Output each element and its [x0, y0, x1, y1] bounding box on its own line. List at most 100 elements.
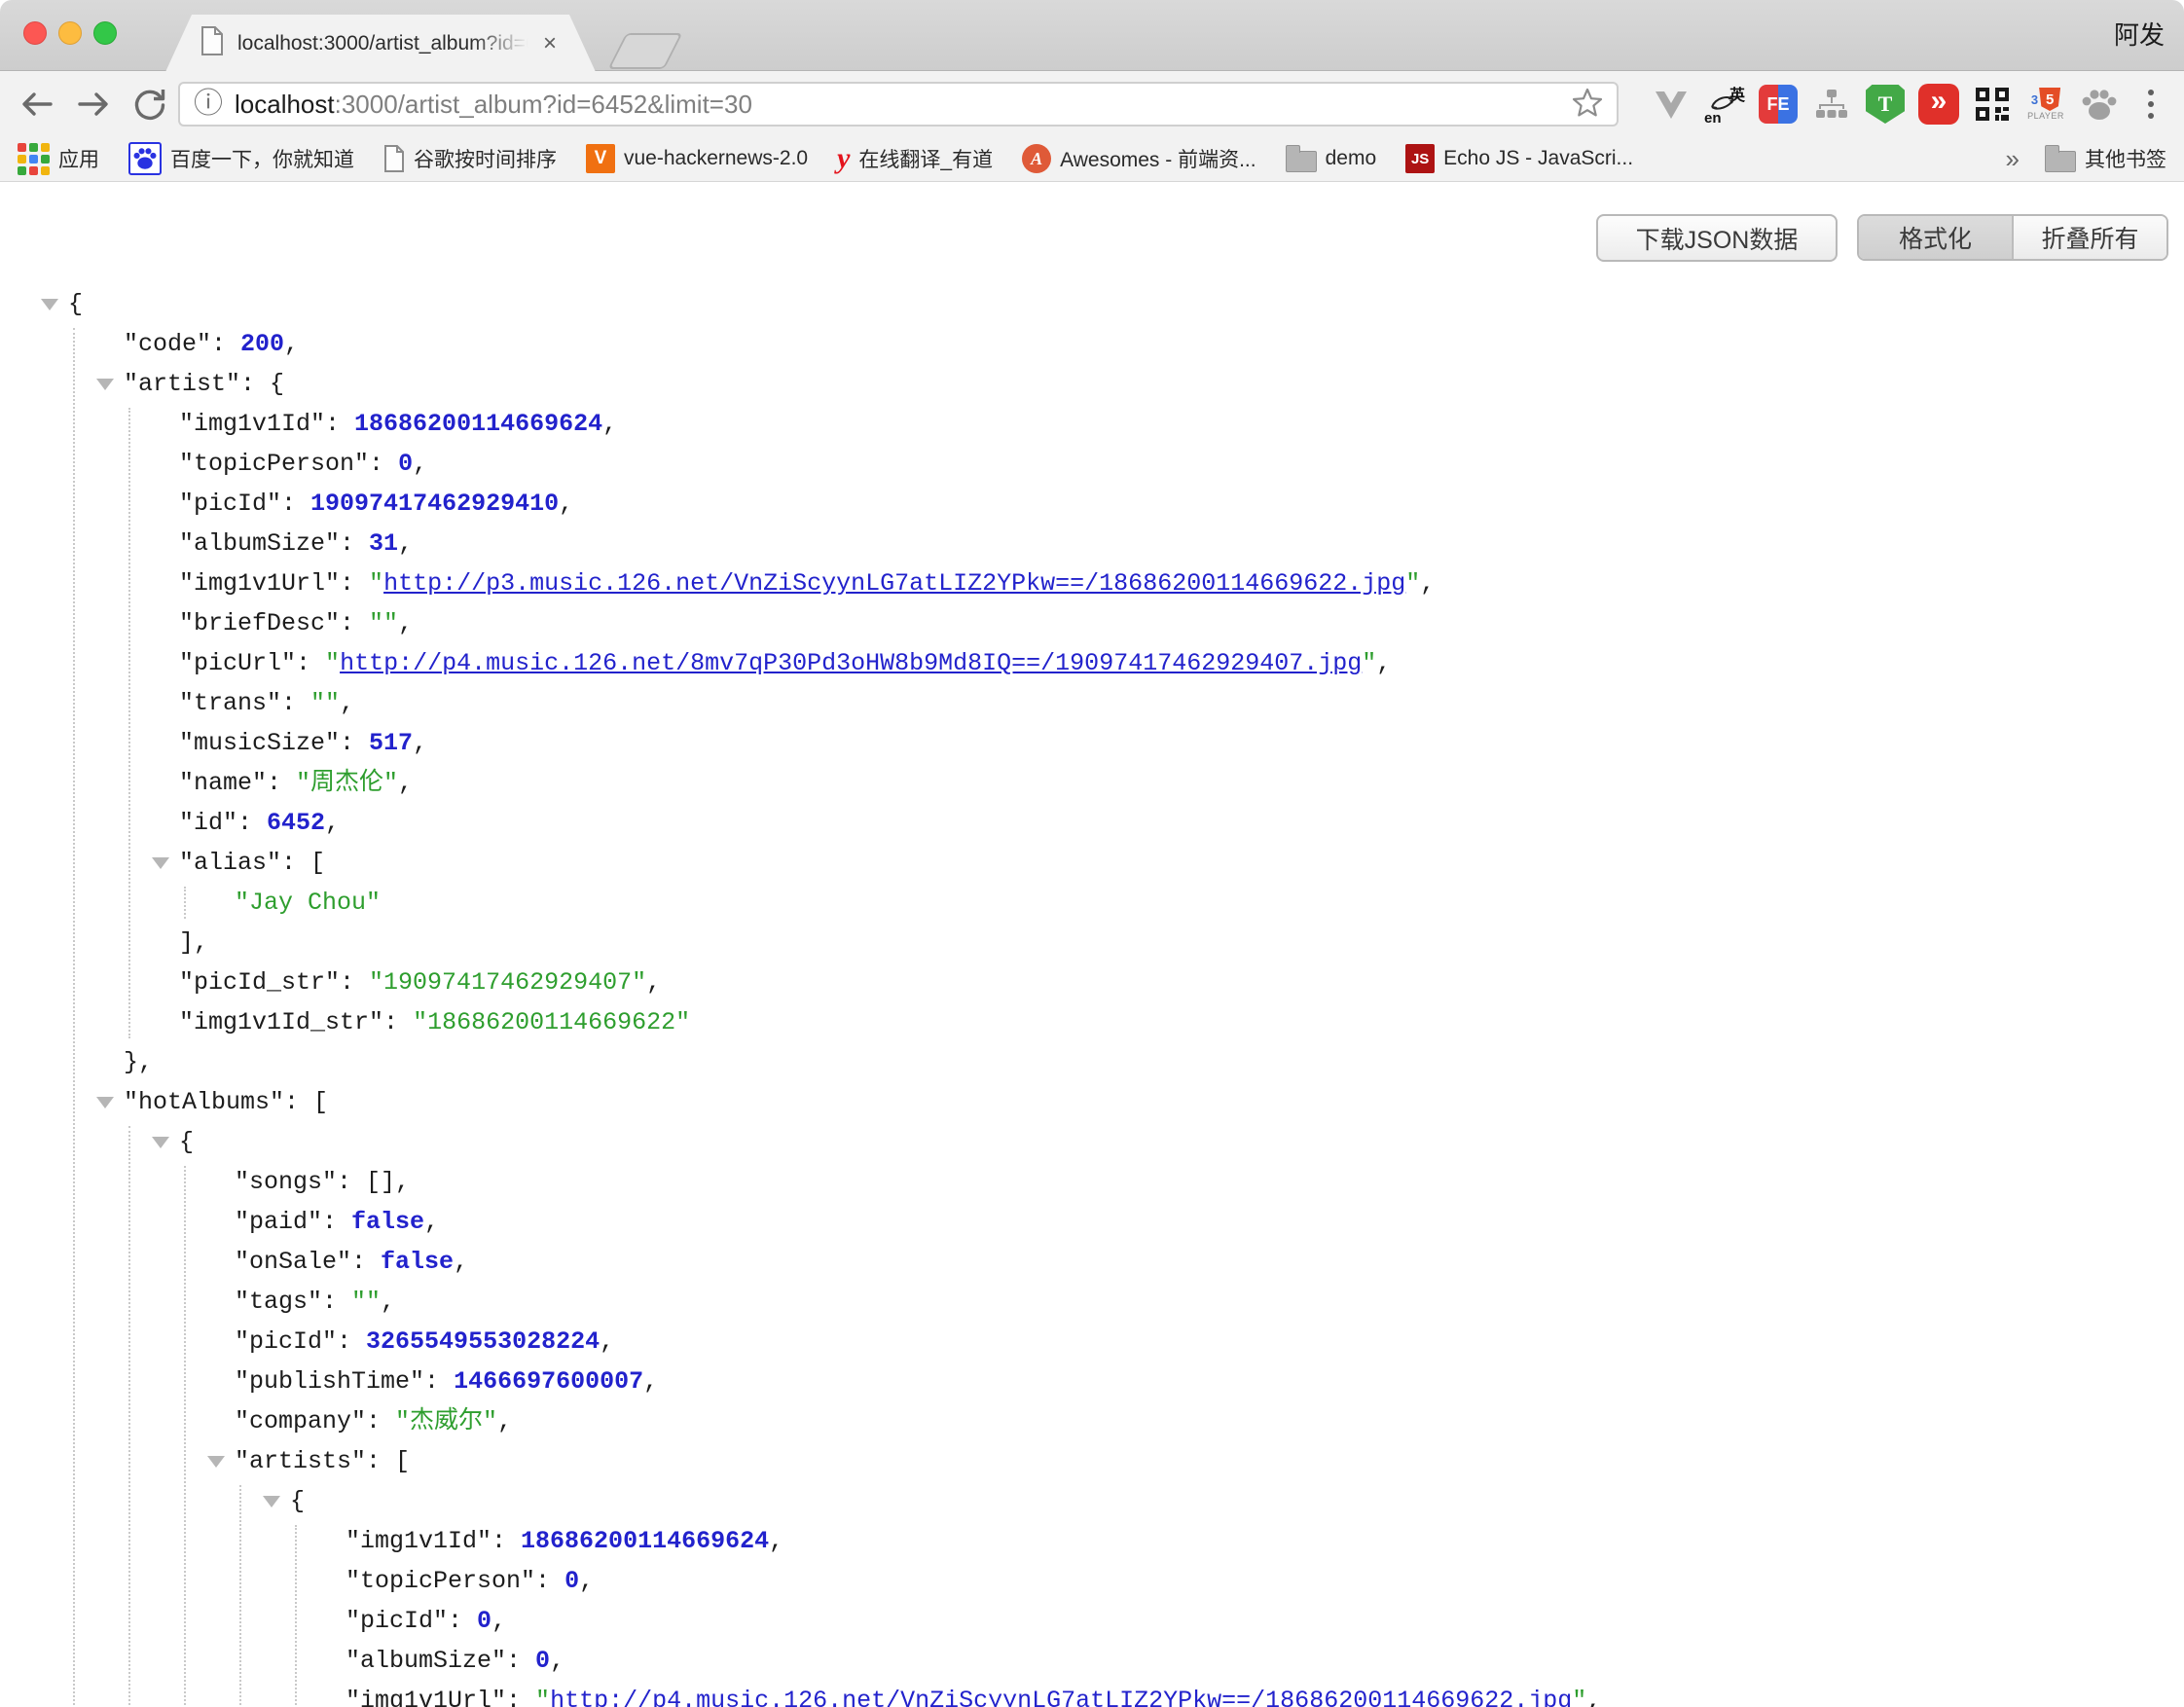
qr-code-extension-icon[interactable] — [1970, 82, 2015, 127]
json-punctuation: : — [369, 450, 398, 478]
json-key: "songs" — [235, 1168, 337, 1196]
json-punctuation: , — [413, 729, 427, 757]
url-path: :3000/artist_album?id=6452&limit=30 — [335, 90, 752, 120]
json-link[interactable]: http://p3.music.126.net/VnZiScyynLG7atLI… — [383, 569, 1405, 598]
json-string: " — [1405, 569, 1420, 598]
other-bookmarks-folder[interactable]: 其他书签 — [2045, 144, 2166, 173]
json-line: "albumSize": 0, — [0, 1641, 2184, 1681]
json-punctuation: : — [296, 649, 325, 677]
download-json-button[interactable]: 下载JSON数据 — [1596, 214, 1838, 262]
vue-devtools-extension-icon[interactable] — [1649, 82, 1693, 127]
sitemap-extension-icon[interactable] — [1809, 82, 1854, 127]
json-punctuation: : — [448, 1607, 477, 1635]
json-line: "publishTime": 1466697600007, — [0, 1362, 2184, 1401]
json-string: "19097417462929407" — [369, 968, 646, 997]
url-host: localhost — [235, 90, 335, 120]
json-number: 6452 — [267, 809, 325, 837]
collapse-triangle-icon[interactable] — [263, 1496, 280, 1507]
close-window-button[interactable] — [23, 21, 47, 45]
collapse-triangle-icon[interactable] — [41, 299, 58, 310]
json-key: "name" — [179, 769, 267, 797]
json-punctuation: , — [424, 1208, 439, 1236]
fe-extension-icon[interactable]: FE — [1756, 82, 1801, 127]
browser-tab[interactable]: localhost:3000/artist_album?id=6452&limi… — [165, 15, 596, 72]
tab-close-icon[interactable]: × — [543, 30, 557, 57]
json-punctuation: : — [237, 809, 267, 837]
json-line: "topicPerson": 0, — [0, 444, 2184, 484]
collapse-triangle-icon[interactable] — [96, 1097, 114, 1108]
json-link[interactable]: http://p4.music.126.net/VnZiScyynLG7atLI… — [550, 1687, 1572, 1707]
fast-forward-extension-icon[interactable]: » — [1916, 82, 1961, 127]
json-punctuation: , — [602, 410, 617, 438]
json-link[interactable]: http://p4.music.126.net/8mv7qP30Pd3oHW8b… — [340, 649, 1362, 677]
browser-menu-icon[interactable] — [2131, 83, 2170, 126]
tab-title: localhost:3000/artist_album?id=6452&limi… — [237, 32, 537, 55]
json-punctuation: : — [506, 1687, 535, 1707]
paw-extension-icon[interactable] — [2077, 82, 2122, 127]
json-line: "picId_str": "19097417462929407", — [0, 962, 2184, 1002]
json-line: "img1v1Url": "http://p3.music.126.net/Vn… — [0, 563, 2184, 603]
bookmark-baidu[interactable]: 百度一下，你就知道 — [128, 142, 354, 175]
translate-extension-icon[interactable]: 英en — [1702, 82, 1747, 127]
bookmark-apps[interactable]: 应用 — [18, 143, 99, 175]
bookmark-google-sort[interactable]: 谷歌按时间排序 — [383, 144, 557, 173]
address-bar[interactable]: ⓘ localhost:3000/artist_album?id=6452&li… — [178, 82, 1619, 127]
json-punctuation: }, — [124, 1048, 153, 1076]
bookmarks-overflow-chevron[interactable]: » — [2006, 144, 2020, 174]
json-punctuation: , — [454, 1248, 468, 1276]
awesomes-icon: A — [1022, 144, 1051, 173]
json-punctuation: : — [340, 609, 369, 637]
bookmark-echojs[interactable]: JSEcho JS - JavaScri... — [1405, 144, 1633, 173]
collapse-triangle-icon[interactable] — [152, 1137, 169, 1148]
bookmark-demo[interactable]: demo — [1286, 145, 1377, 172]
json-punctuation: , — [340, 689, 354, 717]
reload-button[interactable] — [128, 83, 171, 126]
collapse-triangle-icon[interactable] — [207, 1456, 225, 1468]
json-punctuation: : [], — [337, 1168, 410, 1196]
page-info-icon[interactable]: ⓘ — [194, 90, 223, 119]
json-line: ], — [0, 923, 2184, 962]
collapse-triangle-icon[interactable] — [96, 379, 114, 390]
json-number: 0 — [564, 1567, 579, 1595]
json-viewer: {"code": 200,"artist": {"img1v1Id": 1868… — [0, 284, 2184, 1707]
json-line: "Jay Chou" — [0, 883, 2184, 923]
html5-player-extension-icon[interactable]: 35PLAYER — [2023, 82, 2068, 127]
json-punctuation: { — [68, 290, 83, 318]
json-punctuation: : — [351, 1248, 381, 1276]
bookmark-awesomes[interactable]: AAwesomes - 前端资... — [1022, 144, 1256, 173]
json-punctuation: , — [1376, 649, 1391, 677]
bookmark-youdao[interactable]: y在线翻译_有道 — [837, 144, 993, 173]
bookmarks-bar: 应用百度一下，你就知道谷歌按时间排序 Vvue-hackernews-2.0 y在线… — [0, 136, 2184, 182]
json-punctuation: : — [424, 1367, 454, 1396]
json-punctuation: , — [398, 769, 413, 797]
folder-icon — [1286, 151, 1317, 172]
navigation-toolbar: ⓘ localhost:3000/artist_album?id=6452&li… — [0, 71, 2184, 136]
back-button[interactable] — [16, 83, 58, 126]
minimize-window-button[interactable] — [58, 21, 82, 45]
json-key: "topicPerson" — [346, 1567, 535, 1595]
bookmark-star-icon[interactable] — [1572, 87, 1603, 123]
echojs-icon: JS — [1405, 144, 1435, 173]
json-number: 19097417462929410 — [310, 490, 559, 518]
json-punctuation: { — [179, 1128, 194, 1156]
json-string: " — [1362, 649, 1376, 677]
json-punctuation: ], — [179, 928, 208, 957]
maximize-window-button[interactable] — [93, 21, 117, 45]
json-punctuation: : [ — [284, 1088, 328, 1116]
json-line: "artist": { — [0, 364, 2184, 404]
json-key: "onSale" — [235, 1248, 351, 1276]
json-number: 0 — [398, 450, 413, 478]
collapse-triangle-icon[interactable] — [152, 857, 169, 869]
json-key: "albumSize" — [346, 1647, 506, 1675]
json-punctuation: , — [550, 1647, 564, 1675]
format-button[interactable]: 格式化 — [1859, 216, 2014, 259]
json-punctuation: , — [413, 450, 427, 478]
json-number: 18686200114669624 — [521, 1527, 769, 1555]
forward-button[interactable] — [72, 83, 115, 126]
collapse-all-button[interactable]: 折叠所有 — [2014, 216, 2166, 259]
browser-window: 阿发 localhost:3000/artist_album?id=6452&l… — [0, 0, 2184, 1707]
profile-name[interactable]: 阿发 — [2114, 16, 2165, 52]
bookmark-vue-hackernews[interactable]: Vvue-hackernews-2.0 — [586, 144, 808, 173]
json-punctuation: : — [337, 1327, 366, 1356]
tampermonkey-extension-icon[interactable]: T — [1863, 82, 1908, 127]
